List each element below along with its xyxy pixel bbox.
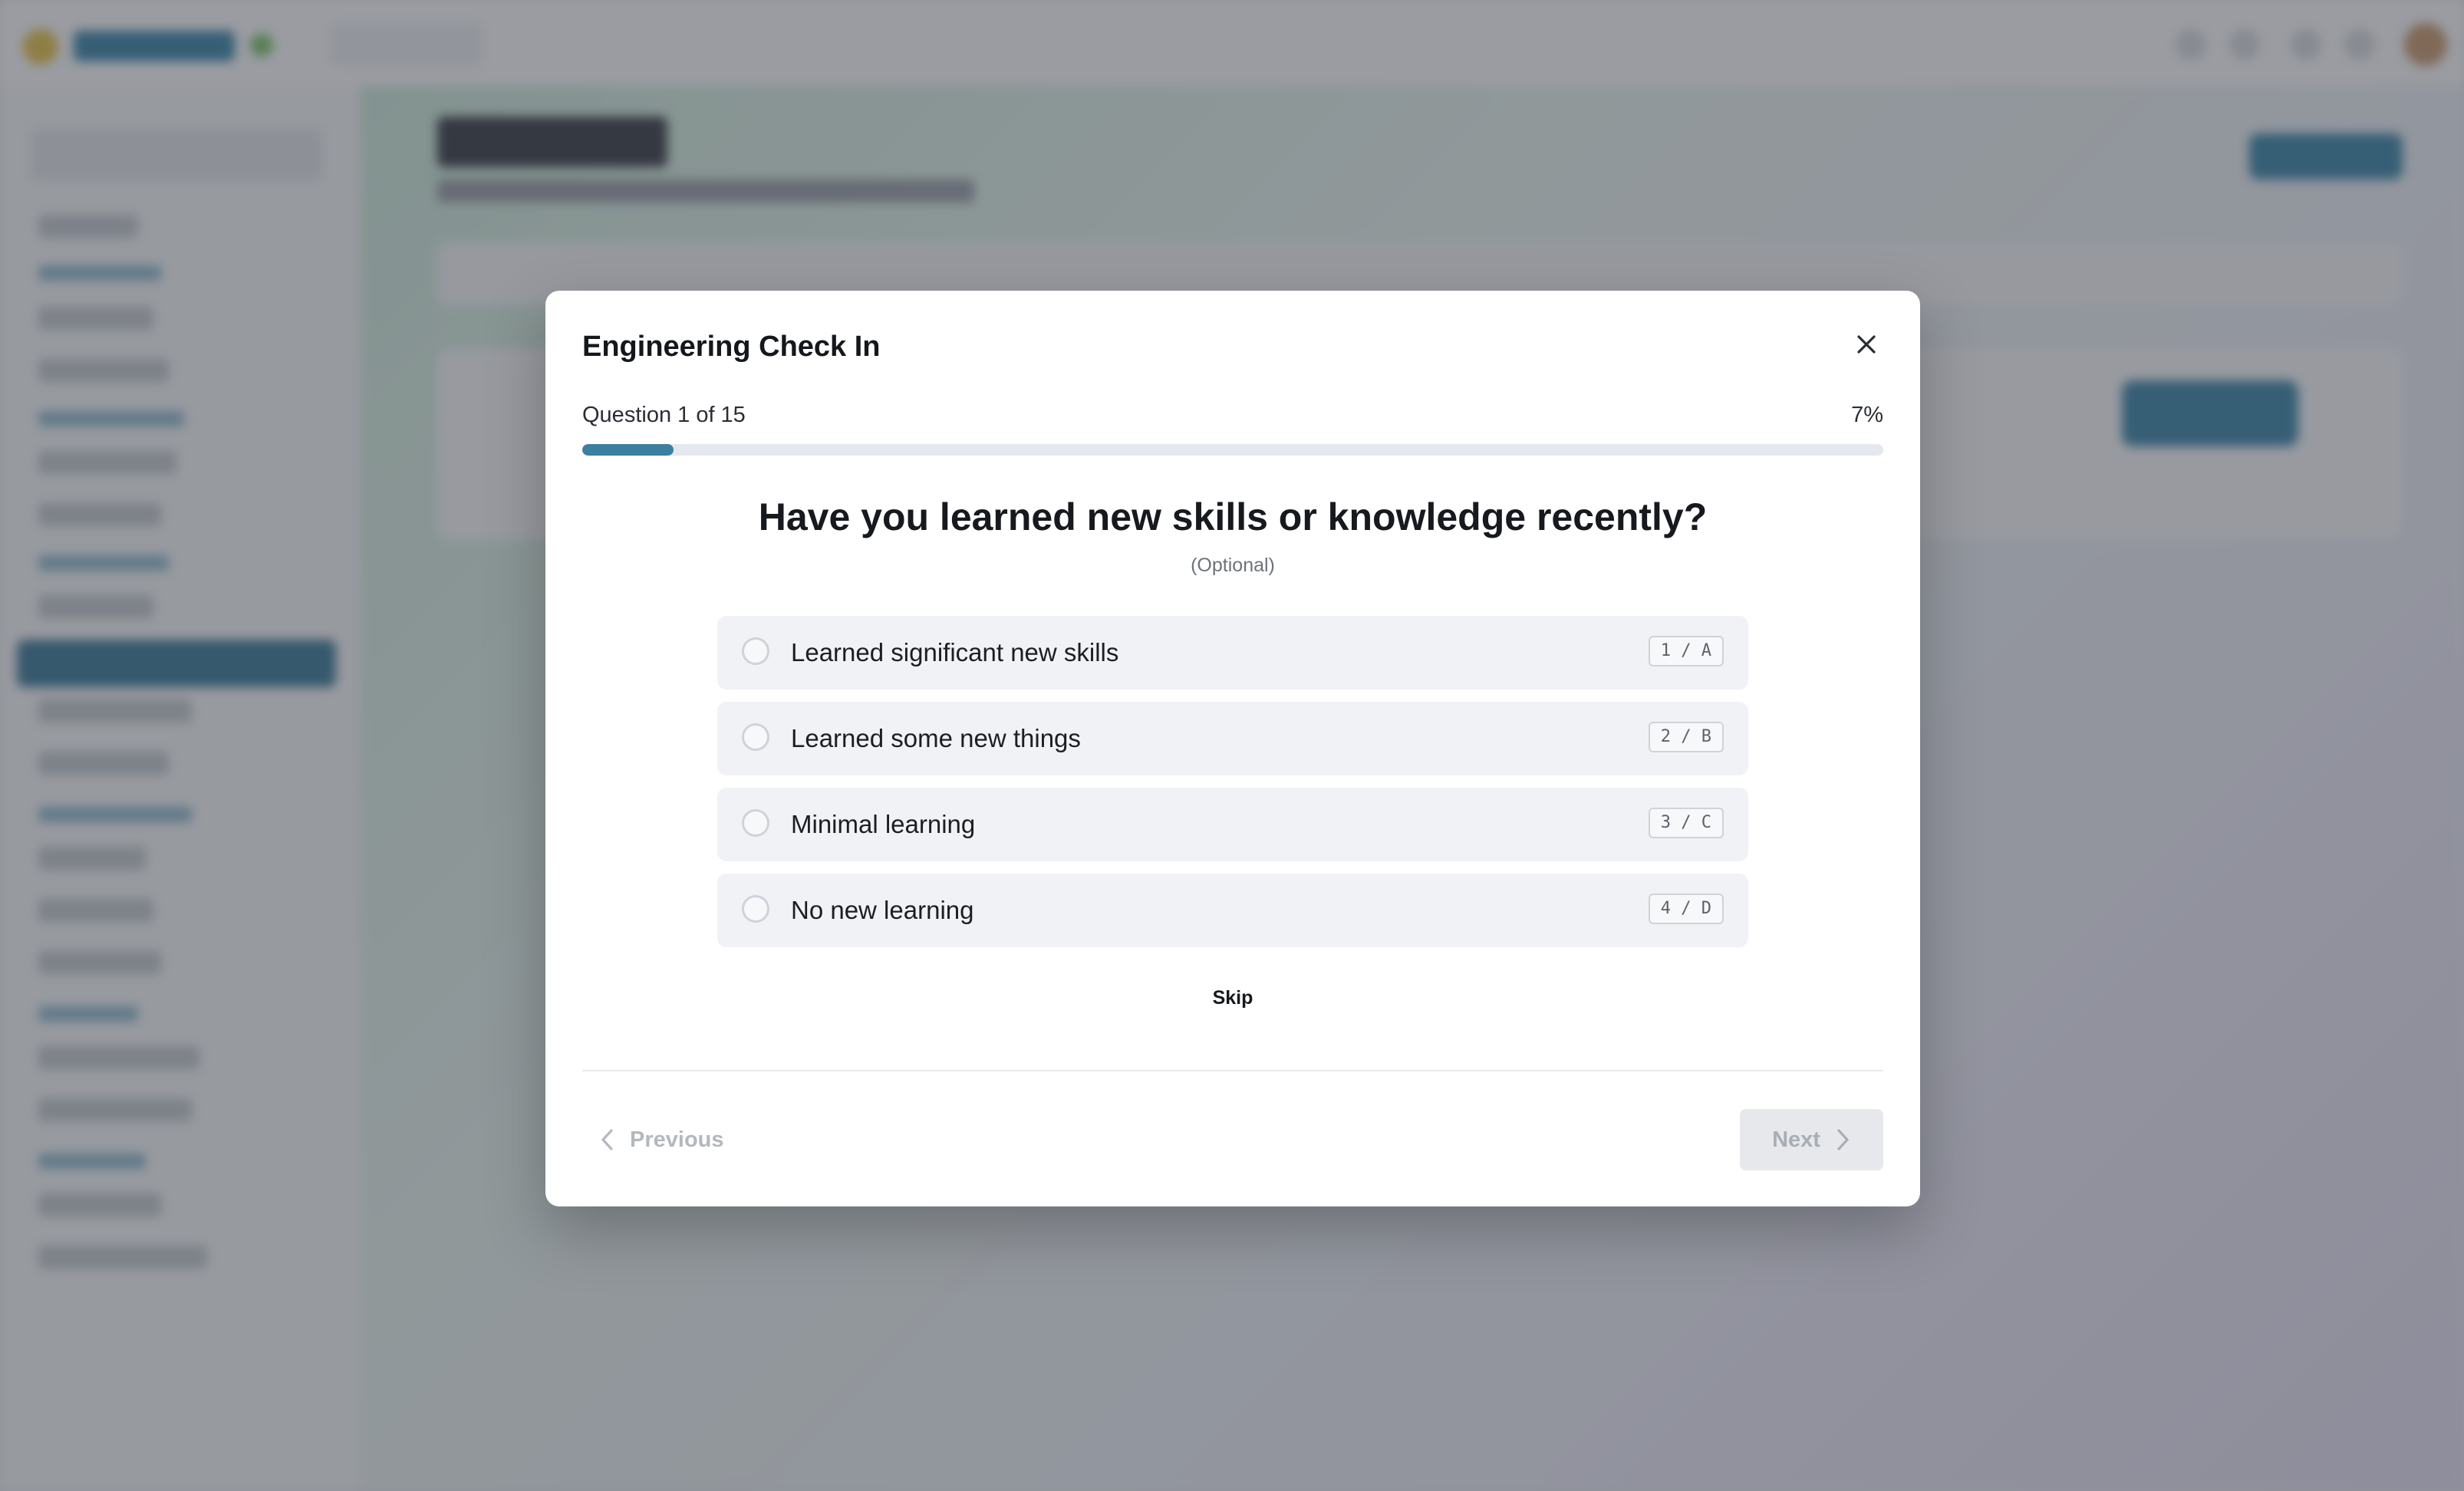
progress-percent: 7% [1851,403,1883,427]
answer-option-label: Minimal learning [791,810,976,838]
next-button[interactable]: Next [1740,1109,1883,1170]
progress-bar-fill [582,444,674,456]
answer-option[interactable]: Learned significant new skills 1 / A [717,616,1748,690]
optional-hint: (Optional) [1191,555,1275,576]
answer-option-label: Learned some new things [791,724,1081,752]
close-button[interactable] [1842,320,1891,369]
keyboard-shortcut-badge: 3 / C [1648,808,1724,838]
answer-option-label: Learned significant new skills [791,638,1119,667]
survey-modal: Engineering Check In Question 1 of 15 7%… [545,291,1920,1206]
chevron-left-icon [599,1127,616,1152]
previous-button-label: Previous [630,1127,724,1152]
footer-divider [582,1070,1883,1071]
skip-button[interactable]: Skip [1156,981,1309,1015]
answer-option[interactable]: No new learning 4 / D [717,874,1748,947]
progress-label: Question 1 of 15 [582,403,746,427]
previous-button[interactable]: Previous [599,1121,724,1159]
chevron-right-icon [1834,1127,1851,1152]
radio-button[interactable] [742,637,769,665]
radio-button[interactable] [742,723,769,751]
modal-title: Engineering Check In [582,331,881,363]
keyboard-shortcut-badge: 2 / B [1648,722,1724,752]
keyboard-shortcut-badge: 1 / A [1648,636,1724,667]
next-button-label: Next [1772,1127,1820,1152]
radio-button[interactable] [742,895,769,923]
answer-option[interactable]: Minimal learning 3 / C [717,788,1748,861]
question-text: Have you learned new skills or knowledge… [758,495,1708,538]
radio-button[interactable] [742,809,769,837]
answer-option-label: No new learning [791,896,974,924]
close-icon [1857,335,1876,354]
keyboard-shortcut-badge: 4 / D [1648,894,1724,924]
progress-bar [582,444,1883,456]
answer-options: Learned significant new skills 1 / A Lea… [717,616,1748,959]
answer-option[interactable]: Learned some new things 2 / B [717,702,1748,775]
